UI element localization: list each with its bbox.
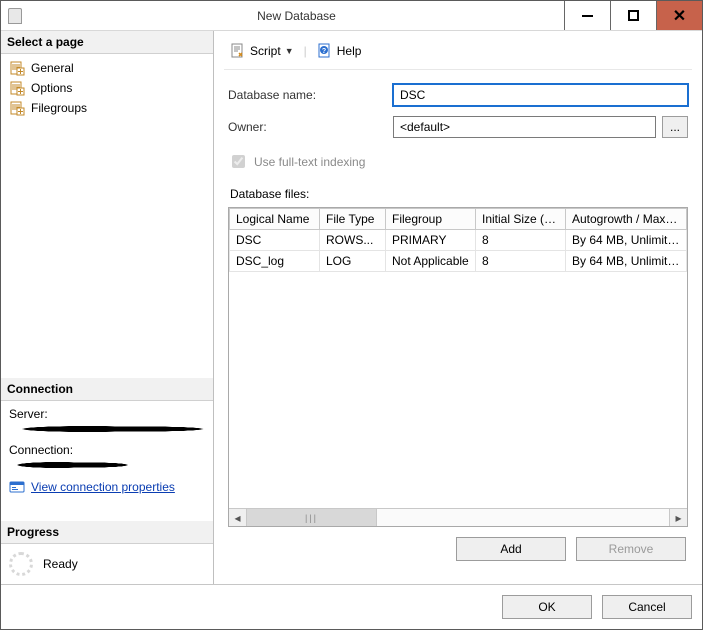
page-label: Filegroups bbox=[31, 101, 87, 115]
progress-header: Progress bbox=[1, 521, 213, 544]
owner-label: Owner: bbox=[228, 120, 393, 134]
page-filegroups[interactable]: Filegroups bbox=[1, 98, 213, 118]
connection-block2: Connection: bbox=[1, 437, 213, 473]
connection-properties-icon bbox=[9, 479, 25, 495]
dbname-row: Database name: bbox=[228, 84, 688, 106]
progress-block: Ready bbox=[1, 544, 213, 584]
page-nav: General Options Filegroups bbox=[1, 54, 213, 122]
dropdown-icon: ▼ bbox=[285, 46, 294, 56]
grid-header-row: Logical Name File Type Filegroup Initial… bbox=[230, 209, 687, 230]
script-label: Script bbox=[250, 44, 281, 58]
dbname-label: Database name: bbox=[228, 88, 393, 102]
col-autogrowth[interactable]: Autogrowth / Maxsize bbox=[566, 209, 687, 230]
add-remove-row: Add Remove bbox=[228, 527, 688, 561]
page-icon bbox=[9, 80, 25, 96]
page-icon bbox=[9, 100, 25, 116]
connection-value-redacted bbox=[9, 459, 129, 471]
server-label: Server: bbox=[9, 407, 205, 421]
script-icon bbox=[230, 43, 246, 59]
toolbar: Script ▼ | ? Help bbox=[224, 37, 692, 70]
remove-button: Remove bbox=[576, 537, 686, 561]
scroll-right-icon[interactable]: ▸ bbox=[669, 509, 687, 526]
title-bar: New Database ✕ bbox=[1, 1, 702, 31]
progress-spinner-icon bbox=[9, 552, 33, 576]
connection-block: Server: bbox=[1, 401, 213, 437]
owner-input[interactable] bbox=[393, 116, 656, 138]
table-row[interactable]: DSC ROWS... PRIMARY 8 By 64 MB, Unlimite… bbox=[230, 230, 687, 251]
svg-text:?: ? bbox=[322, 48, 326, 55]
close-button[interactable]: ✕ bbox=[656, 1, 702, 30]
col-filegroup[interactable]: Filegroup bbox=[386, 209, 476, 230]
right-pane: Script ▼ | ? Help Database name: Owner bbox=[214, 31, 702, 584]
ok-button[interactable]: OK bbox=[502, 595, 592, 619]
separator: | bbox=[304, 44, 307, 58]
horizontal-scrollbar[interactable]: ◂ ||| ▸ bbox=[229, 508, 687, 526]
scroll-track[interactable] bbox=[377, 509, 669, 526]
fulltext-checkbox bbox=[232, 155, 245, 168]
window-buttons: ✕ bbox=[564, 1, 702, 30]
files-label: Database files: bbox=[228, 187, 688, 207]
cancel-button[interactable]: Cancel bbox=[602, 595, 692, 619]
view-connection-row: View connection properties bbox=[1, 473, 213, 501]
help-icon: ? bbox=[317, 43, 333, 59]
files-grid[interactable]: Logical Name File Type Filegroup Initial… bbox=[229, 208, 687, 272]
connection-header: Connection bbox=[1, 378, 213, 401]
left-pane: Select a page General Options bbox=[1, 31, 214, 584]
script-button[interactable]: Script ▼ bbox=[226, 41, 298, 61]
files-grid-wrap: Logical Name File Type Filegroup Initial… bbox=[228, 207, 688, 527]
app-icon bbox=[1, 8, 29, 24]
page-options[interactable]: Options bbox=[1, 78, 213, 98]
page-label: General bbox=[31, 61, 74, 75]
table-row[interactable]: DSC_log LOG Not Applicable 8 By 64 MB, U… bbox=[230, 251, 687, 272]
form: Database name: Owner: ... Use full-text … bbox=[224, 70, 692, 561]
owner-browse-button[interactable]: ... bbox=[662, 116, 688, 138]
view-connection-link[interactable]: View connection properties bbox=[31, 480, 175, 494]
progress-text: Ready bbox=[43, 557, 78, 571]
select-page-header: Select a page bbox=[1, 31, 213, 54]
dialog-window: New Database ✕ Select a page General bbox=[0, 0, 703, 630]
page-icon bbox=[9, 60, 25, 76]
bottom-bar: OK Cancel bbox=[1, 584, 702, 629]
maximize-button[interactable] bbox=[610, 1, 656, 30]
col-initialsize[interactable]: Initial Size (MB) bbox=[476, 209, 566, 230]
col-logical[interactable]: Logical Name bbox=[230, 209, 320, 230]
help-button[interactable]: ? Help bbox=[313, 41, 366, 61]
connection-label: Connection: bbox=[9, 443, 205, 457]
server-value-redacted bbox=[9, 423, 205, 435]
owner-row: Owner: ... bbox=[228, 116, 688, 138]
col-filetype[interactable]: File Type bbox=[320, 209, 386, 230]
scroll-thumb[interactable]: ||| bbox=[247, 509, 377, 526]
page-general[interactable]: General bbox=[1, 58, 213, 78]
fulltext-row: Use full-text indexing bbox=[228, 148, 688, 187]
scroll-left-icon[interactable]: ◂ bbox=[229, 509, 247, 526]
help-label: Help bbox=[337, 44, 362, 58]
grid-empty-area bbox=[229, 272, 687, 508]
window-title: New Database bbox=[29, 9, 564, 23]
minimize-button[interactable] bbox=[564, 1, 610, 30]
add-button[interactable]: Add bbox=[456, 537, 566, 561]
dialog-body: Select a page General Options bbox=[1, 31, 702, 584]
dbname-input[interactable] bbox=[393, 84, 688, 106]
fulltext-label: Use full-text indexing bbox=[254, 155, 365, 169]
page-label: Options bbox=[31, 81, 72, 95]
